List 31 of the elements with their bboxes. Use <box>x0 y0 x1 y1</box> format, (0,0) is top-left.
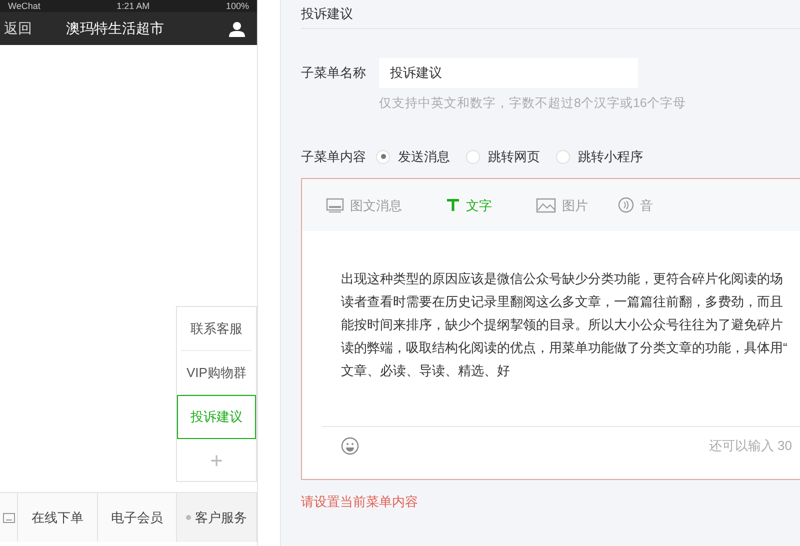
account-title: 澳玛特生活超市 <box>66 19 165 38</box>
radio-option[interactable]: 跳转网页 <box>466 146 540 166</box>
image-icon <box>536 198 556 213</box>
menu-item[interactable]: 在线下单 <box>18 493 98 542</box>
carrier-text: WeChat <box>8 2 40 10</box>
news-icon <box>326 198 344 213</box>
panel-title: 投诉建议 <box>301 5 353 24</box>
text-icon <box>446 198 460 212</box>
message-text-line: 读者查看时需要在历史记录里翻阅这么多文章，一篇篇往前翻，多费劲，而且 <box>341 293 783 312</box>
message-text-line: 文章、必读、导读、精选、好 <box>341 362 510 380</box>
audio-icon <box>618 197 634 214</box>
battery-text: 100% <box>226 2 249 10</box>
user-icon[interactable] <box>229 20 245 36</box>
char-counter: 还可以输入 30 <box>708 437 792 455</box>
back-link[interactable]: 返回 <box>4 18 66 39</box>
submenu-item[interactable]: VIP购物群 <box>181 351 252 395</box>
time-text: 1:21 AM <box>116 2 150 10</box>
field-label: 子菜单内容 <box>301 148 366 166</box>
emoji-icon[interactable] <box>341 436 359 455</box>
error-text: 请设置当前菜单内容 <box>301 493 418 512</box>
keyboard-icon[interactable] <box>2 512 14 524</box>
message-text-line: 出现这种类型的原因应该是微信公众号缺少分类功能，更符合碎片化阅读的场 <box>341 270 783 288</box>
message-text-line: 读的弊端，吸取结构化阅读的优点，用菜单功能做了分类文章的功能，具体用“ <box>341 339 788 358</box>
radio-option[interactable]: 跳转小程序 <box>556 146 643 166</box>
message-text-line: 能按时间来排序，缺少个提纲挈领的目录。所以大小公众号往往为了避免碎片 <box>341 316 783 334</box>
name-input-field[interactable]: 投诉建议 <box>379 58 638 88</box>
hint-text: 仅支持中英文和数字，字数不超过8个汉字或16个字母 <box>379 95 686 112</box>
submenu-item[interactable]: 联系客服 <box>181 307 252 351</box>
field-label: 子菜单名称 <box>301 64 367 82</box>
radio-option[interactable]: 发送消息 <box>376 146 450 166</box>
menu-item[interactable]: 客户服务 <box>177 493 258 542</box>
